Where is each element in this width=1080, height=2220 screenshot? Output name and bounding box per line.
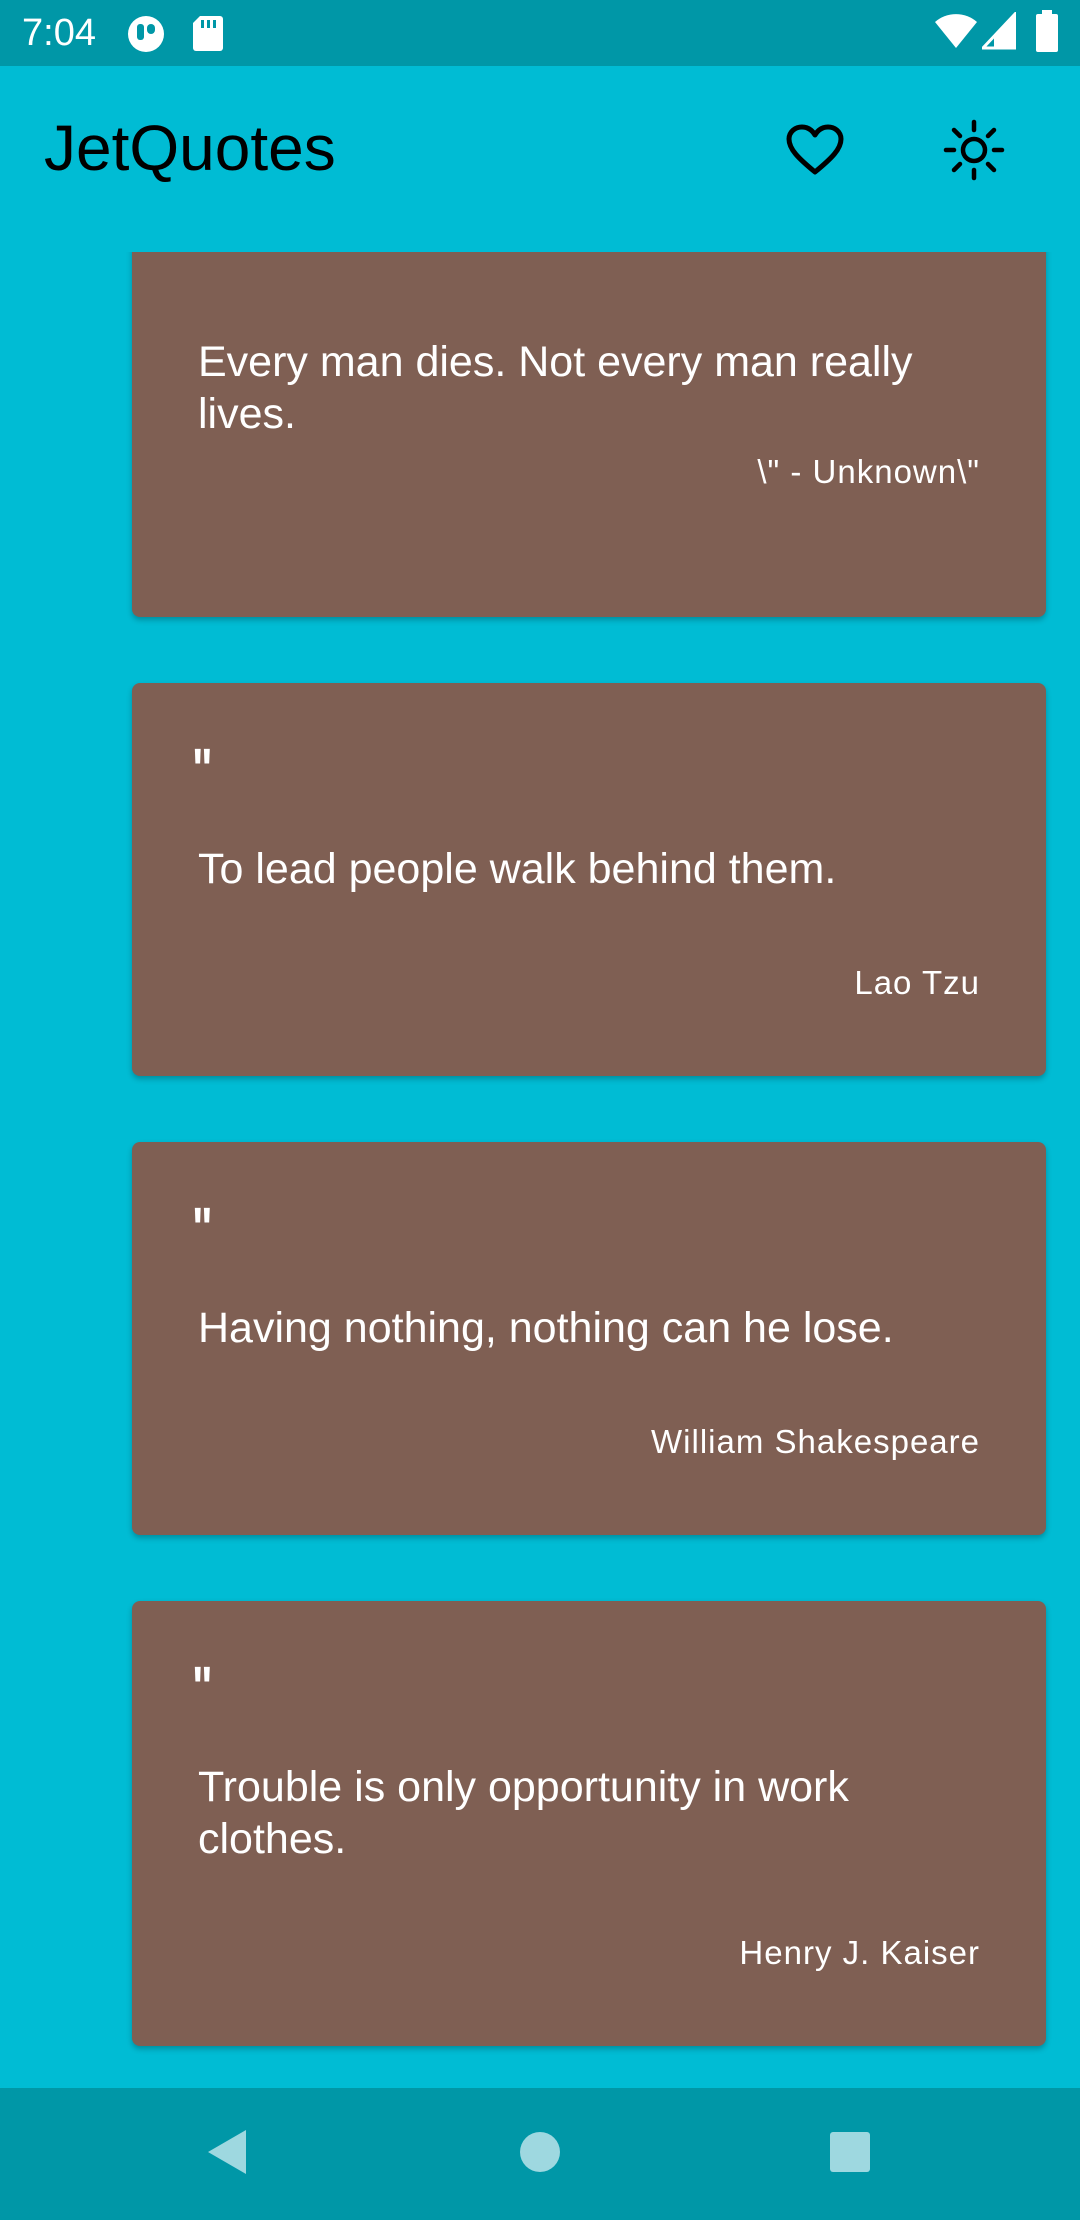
recents-icon [828, 2130, 872, 2179]
status-time: 7:04 [22, 12, 96, 54]
screen: 7:04 JetQuotes Every man dies. Not every… [0, 0, 1080, 2220]
quote-text: To lead people walk behind them. [198, 845, 837, 893]
quote-card[interactable]: " Every man dies. Not every man really l… [132, 252, 1046, 617]
navigation-bar [0, 2088, 1080, 2220]
quote-mark-icon: " [192, 1196, 213, 1261]
quote-mark-icon: " [192, 737, 213, 802]
quote-text: Every man dies. Not every man really liv… [198, 338, 913, 438]
cell-signal-icon [979, 10, 1017, 55]
quote-card[interactable]: " To lead people walk behind them. Lao T… [132, 683, 1046, 1076]
heart-outline-icon [786, 124, 844, 181]
quote-mark-icon: " [192, 1655, 213, 1720]
quote-card[interactable]: " Having nothing, nothing can he lose. W… [132, 1142, 1046, 1535]
home-icon [518, 2130, 562, 2179]
sd-card-icon [192, 14, 224, 57]
quote-author: Lao Tzu [854, 964, 980, 1001]
theme-toggle-button[interactable] [926, 104, 1022, 200]
quote-author: \" - Unknown\" [757, 453, 980, 490]
home-button[interactable] [495, 2114, 585, 2194]
favorites-button[interactable] [767, 104, 863, 200]
wifi-icon [934, 12, 978, 55]
battery-icon [1036, 10, 1058, 57]
quote-card[interactable]: " Trouble is only opportunity in work cl… [132, 1601, 1046, 2046]
status-bar: 7:04 [0, 0, 1080, 66]
app-title: JetQuotes [44, 112, 336, 184]
quote-author: William Shakespeare [651, 1423, 980, 1460]
notification-app-icon [126, 14, 166, 59]
sun-icon [943, 119, 1005, 186]
app-bar: JetQuotes [0, 66, 1080, 252]
quote-author: Henry J. Kaiser [739, 1934, 980, 1971]
quote-list[interactable]: " Every man dies. Not every man really l… [0, 252, 1080, 2088]
quote-text: Having nothing, nothing can he lose. [198, 1304, 894, 1352]
recents-button[interactable] [805, 2114, 895, 2194]
quote-text: Trouble is only opportunity in work clot… [198, 1763, 849, 1863]
back-button[interactable] [182, 2114, 272, 2194]
back-icon [204, 2127, 250, 2182]
